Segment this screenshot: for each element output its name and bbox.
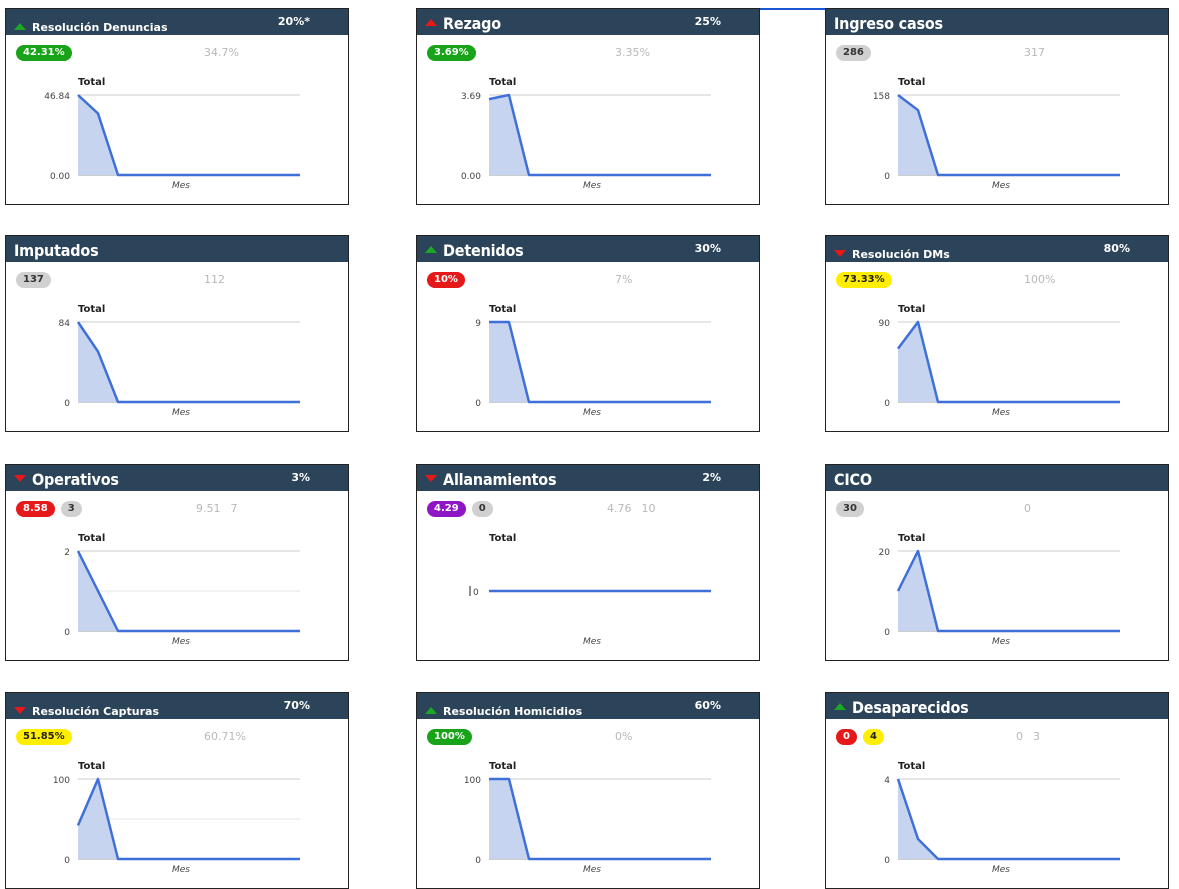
trend-chart: Total 46.84 0.00 Mes [44,77,300,191]
y-tick-label: 46.84 [44,92,70,102]
chart-title: Total [489,304,516,315]
series-area [898,551,1120,631]
y-tick-label: 0.00 [461,172,481,182]
y-tick-label: 100 [464,776,481,786]
chart-title: Total [489,533,516,544]
x-axis-label: Mes [583,181,601,191]
kpi-card-rezago: Rezago 25% 3.69% 3.35% Total 3.69 0.00 Mes [416,8,760,205]
chart-title: Total [898,77,925,88]
series-area [489,322,711,402]
y-tick-label: 0 [884,399,890,409]
y-tick-label: 158 [873,92,890,102]
x-axis-label: Mes [992,865,1010,875]
chart-title: Total [898,761,925,772]
x-axis-label: Mes [172,181,190,191]
y-tick-label: 0 [884,856,890,866]
chart-title: Total [78,533,105,544]
kpi-card-detenidos: Detenidos 30% 10% 7% Total 9 0 Mes [416,235,760,432]
trend-chart: Total 84 0 Mes [59,304,300,418]
kpi-card-imputados: Imputados 137 112 Total 84 0 Mes [5,235,349,432]
trend-chart: Total 100 0 Mes [53,761,300,875]
y-tick-label: 0 [475,399,481,409]
trend-chart: Total 0 Mes [469,533,711,647]
x-axis-label: Mes [583,865,601,875]
chart-title: Total [78,304,105,315]
y-tick-label: 100 [53,776,70,786]
kpi-card-operativos: Operativos 3% 8.58 3 9.51 7 Total 2 0 Mes [5,464,349,661]
x-axis-label: Mes [992,181,1010,191]
x-axis-label: Mes [992,637,1010,647]
y-tick-label: 0 [64,856,70,866]
series-area [489,95,711,175]
trend-chart: Total 100 0 Mes [464,761,711,875]
y-tick-label: 0 [473,588,479,598]
chart-title: Total [898,304,925,315]
y-tick-label: 3.69 [461,92,481,102]
series-area [898,322,1120,402]
y-tick-label: 4 [884,776,890,786]
kpi-card-resolucion-denuncias: Resolución Denuncias 20%* 42.31% 34.7% Total… [5,8,349,205]
kpi-card-ingreso-casos: Ingreso casos 286 317 Total 158 0 Mes [825,8,1169,205]
trend-chart: Total 2 0 Mes [64,533,300,647]
kpi-card-resolucion-dms: Resolución DMs 80% 73.33% 100% Total 90 0 Mes [825,235,1169,432]
series-area [489,779,711,859]
kpi-card-allanamientos: Allanamientos 2% 4.29 0 4.76 10 Total 0 Mes [416,464,760,661]
y-tick-label: 0 [64,399,70,409]
x-axis-label: Mes [992,408,1010,418]
y-tick-label: 20 [879,548,891,558]
kpi-card-desaparecidos: Desaparecidos 0 4 0 3 Total 4 0 Mes [825,692,1169,889]
y-tick-label: 0 [475,856,481,866]
y-tick-label: 0 [64,628,70,638]
kpi-card-cico: CICO 30 0 Total 20 0 Mes [825,464,1169,661]
chart-title: Total [489,761,516,772]
x-axis-label: Mes [172,865,190,875]
trend-chart: Total 4 0 Mes [884,761,1120,875]
y-tick-label: 2 [64,548,70,558]
x-axis-label: Mes [583,637,601,647]
series-area [78,322,300,402]
y-tick-label: 90 [879,319,891,329]
y-tick-label: 0 [884,628,890,638]
trend-chart: Total 158 0 Mes [873,77,1120,191]
y-tick-label: 0 [884,172,890,182]
x-axis-label: Mes [583,408,601,418]
trend-chart: Total 9 0 Mes [475,304,711,418]
y-tick-label: 9 [475,319,481,329]
series-area [898,95,1120,175]
trend-chart: Total 3.69 0.00 Mes [461,77,711,191]
x-axis-label: Mes [172,637,190,647]
kpi-card-resolucion-capturas: Resolución Capturas 70% 51.85% 60.71% Total 1… [5,692,349,889]
chart-title: Total [489,77,516,88]
y-tick-label: 84 [59,319,71,329]
x-axis-label: Mes [172,408,190,418]
series-line [896,778,1120,861]
series-area [78,95,300,175]
kpi-card-resolucion-homicidios: Resolución Homicidios 60% 100% 0% Total 100 0 M… [416,692,760,889]
chart-title: Total [898,533,925,544]
chart-title: Total [78,77,105,88]
trend-chart: Total 90 0 Mes [879,304,1120,418]
trend-chart: Total 20 0 Mes [879,533,1120,647]
series-area [898,779,1120,859]
chart-title: Total [78,761,105,772]
y-tick-label: 0.00 [50,172,70,182]
